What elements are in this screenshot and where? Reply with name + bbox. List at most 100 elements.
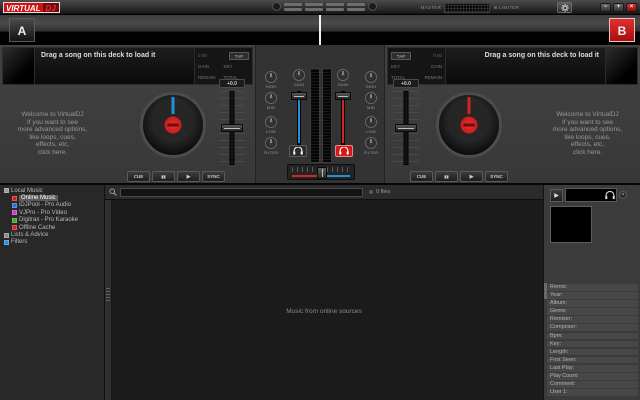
folder-icon <box>12 225 17 230</box>
layout-toggle-icon[interactable] <box>347 3 365 11</box>
maximize-button[interactable]: + <box>613 3 624 12</box>
browser-scrollbar[interactable] <box>105 200 112 400</box>
scrollbar-grip[interactable] <box>106 288 110 302</box>
deck-b-volume-handle[interactable] <box>335 92 351 100</box>
deck-b-low-knob[interactable] <box>365 116 377 128</box>
deck-a-low-knob[interactable] <box>265 116 277 128</box>
sidebar-item-label: Filters <box>11 239 27 245</box>
low-label: LOW <box>366 129 376 134</box>
field-album: Album: <box>547 300 638 307</box>
minimize-button[interactable]: − <box>600 3 611 12</box>
sidebar-item-label: Local Music <box>11 188 43 194</box>
deck-b-eq-high-knob-unit: HIGH <box>361 71 381 89</box>
field-user1: User 1: <box>547 389 638 396</box>
deck-b-letter-badge: B <box>609 18 635 42</box>
deck-a-pitch-slider[interactable] <box>219 91 245 165</box>
deck-b-filter-knob[interactable] <box>365 137 377 149</box>
track-cover-art <box>550 206 592 243</box>
deck-a-play-button[interactable]: ▶ <box>177 171 200 182</box>
limiter-indicator-icon <box>494 6 497 9</box>
deck-a-gain-knob[interactable] <box>293 69 305 81</box>
deck-b-welcome-text[interactable]: Welcome to VirtualDJ If you want to see … <box>540 111 635 156</box>
search-bar: 0 files <box>105 185 543 200</box>
gain-label: GAIN <box>338 82 349 87</box>
deck-b-drop-zone[interactable]: Drag a song on this deck to load it <box>446 48 605 84</box>
deck-a-welcome-text[interactable]: Welcome to VirtualDJ If you want to see … <box>5 111 100 156</box>
sidebar-item-digitrax[interactable]: Digitrax - Pro Karaoke <box>0 217 104 224</box>
deck-b-play-button[interactable]: ▶ <box>460 171 483 182</box>
close-button[interactable]: × <box>626 3 637 12</box>
wave-position-marker <box>319 15 321 45</box>
folder-icon <box>12 203 17 208</box>
settings-button[interactable] <box>557 2 572 13</box>
mid-label: MID <box>367 105 375 110</box>
sidebar-item-idjpool[interactable]: iDJPool - Pro Audio <box>0 202 104 209</box>
deck-b-header: TAP 0.00 KEY GAIN TOTAL REMAIN Drag a so… <box>387 47 638 85</box>
deck-a-gain-knob-unit: GAIN <box>289 69 309 87</box>
browser-sidebar: Local Music Online Music iDJPool - Pro A… <box>0 185 105 400</box>
deck-b-remain-label: REMAIN <box>417 75 443 80</box>
deck-a-high-knob[interactable] <box>265 71 277 83</box>
field-comment: Comment: <box>547 381 638 388</box>
crossfader-handle[interactable] <box>317 167 327 179</box>
deck-b-pitch-slider[interactable] <box>393 91 419 165</box>
folder-icon <box>4 188 9 193</box>
deck-a-cue-button[interactable]: CUE <box>127 171 150 182</box>
rhythm-wave-display: A B <box>0 15 640 45</box>
sidebar-item-lists-advice[interactable]: Lists & Advice <box>0 231 104 238</box>
deck-a-volume-fader[interactable] <box>291 91 307 145</box>
deck-a-jog-center <box>165 117 182 134</box>
deck-b-mid-knob[interactable] <box>365 92 377 104</box>
field-bpm: Bpm: <box>547 333 638 340</box>
search-icon <box>109 188 117 196</box>
deck-a-cover-art <box>3 48 35 84</box>
deck-a-header: Drag a song on this deck to load it 0.00… <box>2 47 253 85</box>
deck-a-pitch-handle[interactable] <box>221 124 243 132</box>
search-input[interactable] <box>120 188 363 197</box>
file-info-panel: ▶ Remix: Year: Album: Genre: Remixer: Co… <box>543 185 640 400</box>
deck-b-stutter-button[interactable]: ▮▮ <box>435 171 458 182</box>
deck-b-cue-button[interactable]: CUE <box>410 171 433 182</box>
prelisten-play-button[interactable]: ▶ <box>550 189 563 202</box>
deck-b-pitch-handle[interactable] <box>395 124 417 132</box>
prelisten-volume-knob[interactable] <box>619 191 627 199</box>
headphones-icon <box>293 147 303 155</box>
deck-b-key-label: KEY <box>391 64 417 69</box>
deck-a: Drag a song on this deck to load it 0.00… <box>0 45 255 183</box>
deck-a-headphone-cue-button[interactable] <box>289 145 307 157</box>
deck-a-mid-knob[interactable] <box>265 92 277 104</box>
deck-a-tap-button[interactable]: TAP <box>229 52 249 60</box>
prelisten-wave-display[interactable] <box>565 188 617 202</box>
deck-a-jogwheel[interactable] <box>140 92 206 158</box>
deck-b-headphone-cue-button[interactable] <box>335 145 353 157</box>
deck-b-sync-button[interactable]: SYNC <box>485 171 508 182</box>
sidebar-item-label: Online Music <box>19 195 58 201</box>
deck-a-stutter-button[interactable]: ▮▮ <box>152 171 175 182</box>
mixer: HIGH MID LOW FILTER HIGH MID <box>255 45 385 183</box>
sidebar-item-vjpro[interactable]: VJPro - Pro Video <box>0 209 104 216</box>
sidebar-item-online-music[interactable]: Online Music <box>0 194 104 201</box>
sidebar-item-filters[interactable]: Filters <box>0 239 104 246</box>
sidebar-item-local-music[interactable]: Local Music <box>0 187 104 194</box>
titlebar-right-controls: MASTER LIMITER − + × <box>421 2 637 13</box>
deck-b-high-knob[interactable] <box>365 71 377 83</box>
deck-b-volume-fader[interactable] <box>335 91 351 145</box>
layout-toggle-icon[interactable] <box>284 3 302 11</box>
browser-file-list[interactable]: Music from online sources <box>105 200 543 400</box>
deck-b-tap-button[interactable]: TAP <box>391 52 411 60</box>
crossfader[interactable] <box>287 164 355 180</box>
record-indicator-icon[interactable] <box>368 2 377 11</box>
field-last-play: Last Play: <box>547 365 638 372</box>
layout-toggle-icon[interactable] <box>305 3 323 11</box>
sidebar-item-offline-cache[interactable]: Offline Cache <box>0 224 104 231</box>
deck-b-gain-knob[interactable] <box>337 69 349 81</box>
files-dot-icon <box>369 190 373 194</box>
deck-a-sync-button[interactable]: SYNC <box>202 171 225 182</box>
record-indicator-icon[interactable] <box>272 2 281 11</box>
deck-b-jogwheel[interactable] <box>436 92 502 158</box>
deck-a-drop-zone[interactable]: Drag a song on this deck to load it <box>35 48 194 84</box>
deck-a-volume-handle[interactable] <box>291 92 307 100</box>
layout-toggle-icon[interactable] <box>326 3 344 11</box>
sidebar-item-label: Digitrax - Pro Karaoke <box>19 217 78 223</box>
deck-a-filter-knob[interactable] <box>265 137 277 149</box>
